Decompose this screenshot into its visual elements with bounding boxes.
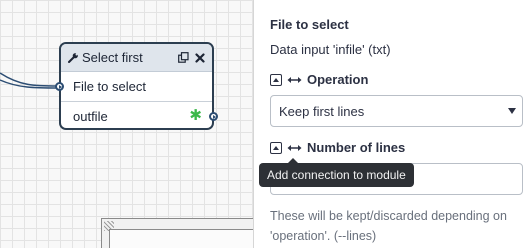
node-input-row[interactable]: File to select — [55, 72, 212, 102]
param-description: Data input 'infile' (txt) — [270, 42, 391, 57]
workflow-node[interactable]: Select first File to select outfile ✱ — [55, 42, 218, 131]
help-text: These will be kept/discarded depending o… — [270, 209, 507, 243]
partial-node[interactable] — [101, 218, 253, 248]
output-terminal[interactable] — [209, 112, 218, 121]
workflow-canvas[interactable]: Select first File to select outfile ✱ — [0, 0, 253, 248]
node-output-label: outfile — [73, 109, 108, 124]
collapse-icon[interactable] — [270, 73, 282, 86]
operation-section-header[interactable]: Operation — [270, 72, 368, 87]
node-input-label: File to select — [73, 79, 146, 94]
properties-panel: File to select Data input 'infile' (txt)… — [253, 0, 532, 248]
collapse-icon[interactable] — [270, 141, 282, 154]
node-title: Select first — [82, 50, 143, 65]
param-title: File to select — [270, 17, 349, 32]
partial-node-inner — [109, 229, 253, 248]
wrench-icon — [68, 52, 78, 63]
node-output-row[interactable]: outfile ✱ — [61, 102, 218, 131]
operation-select[interactable]: Keep first lines — [270, 95, 523, 127]
number-of-lines-section-header[interactable]: Number of lines — [270, 140, 405, 155]
node-header[interactable]: Select first — [61, 44, 212, 72]
input-terminal[interactable] — [55, 82, 64, 91]
arrows-horizontal-icon[interactable] — [287, 144, 302, 152]
chevron-down-icon — [508, 108, 516, 114]
operation-selected: Keep first lines — [279, 103, 365, 119]
tooltip: Add connection to module — [259, 158, 414, 187]
number-of-lines-label: Number of lines — [307, 140, 406, 155]
close-icon[interactable] — [194, 52, 206, 64]
asterisk-icon[interactable]: ✱ — [189, 108, 202, 123]
clone-icon[interactable] — [177, 52, 189, 64]
arrows-horizontal-icon[interactable] — [287, 76, 302, 84]
operation-label: Operation — [307, 72, 369, 87]
